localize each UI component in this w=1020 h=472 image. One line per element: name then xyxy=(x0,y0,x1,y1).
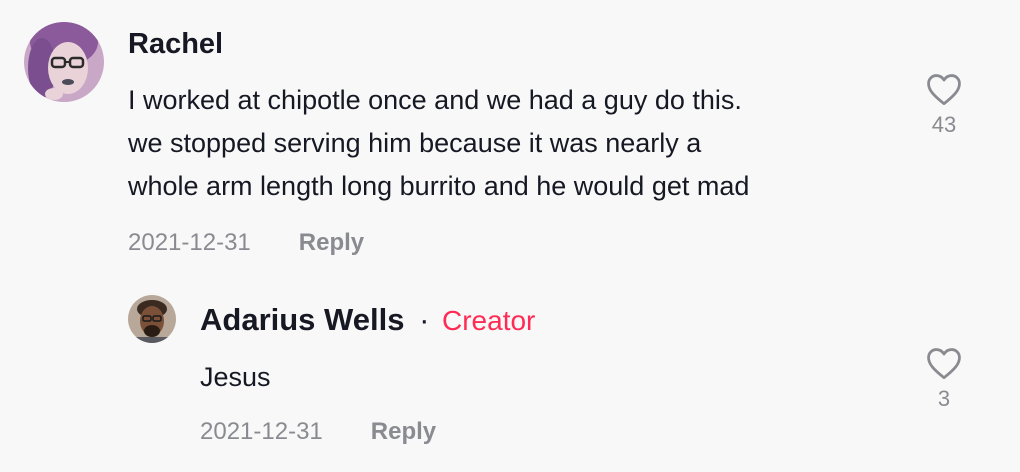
separator-dot: · xyxy=(419,302,430,337)
like-button[interactable]: 43 xyxy=(920,72,968,138)
comment-text-line: I worked at chipotle once and we had a g… xyxy=(128,85,742,115)
comment-author: Adarius Wells · Creator xyxy=(200,302,535,338)
comment-date: 2021-12-31 xyxy=(128,229,251,256)
comment-text: I worked at chipotle once and we had a g… xyxy=(128,79,908,208)
heart-outline-icon xyxy=(927,348,961,380)
creator-badge: Creator xyxy=(442,305,536,336)
comment-author[interactable]: Rachel xyxy=(128,28,223,61)
comment-text-line: we stopped serving him because it was ne… xyxy=(128,128,702,158)
reply-item: Adarius Wells · Creator Jesus 2021-12-31… xyxy=(0,280,1020,472)
comment-meta: 2021-12-31 Reply xyxy=(200,418,436,446)
like-count: 43 xyxy=(931,112,957,137)
reply-button[interactable]: Reply xyxy=(371,418,436,446)
comment-text: Jesus xyxy=(200,362,271,392)
comment-text-line: whole arm length long burrito and he wou… xyxy=(128,171,750,201)
reply-author-name[interactable]: Adarius Wells xyxy=(200,302,404,337)
comment-item: Rachel I worked at chipotle once and we … xyxy=(0,0,1020,280)
like-button[interactable]: 3 xyxy=(920,346,968,412)
reply-button[interactable]: Reply xyxy=(299,229,364,257)
avatar[interactable] xyxy=(128,295,176,343)
avatar[interactable] xyxy=(24,22,104,102)
comment-meta: 2021-12-31 Reply xyxy=(128,229,364,257)
heart-outline-icon xyxy=(927,74,961,106)
like-count: 3 xyxy=(937,386,951,411)
comment-date: 2021-12-31 xyxy=(200,418,323,445)
